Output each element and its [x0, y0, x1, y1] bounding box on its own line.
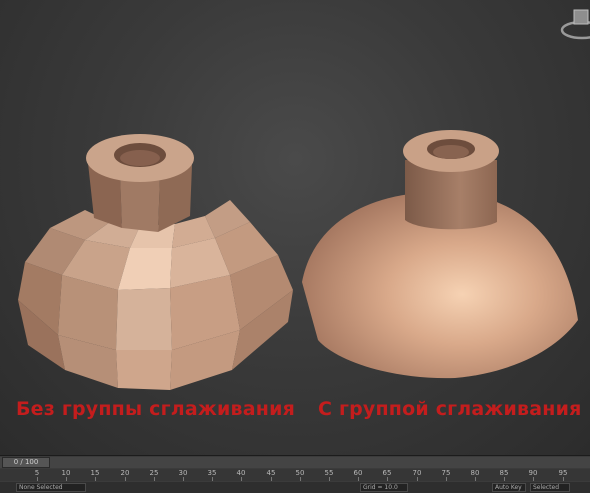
scene-render — [18, 130, 578, 390]
timeline-tick-mark — [241, 477, 242, 481]
timeline-tick-mark — [125, 477, 126, 481]
timeline-tick-mark — [66, 477, 67, 481]
timeline-tick-label: 5 — [34, 469, 40, 477]
auto-key-button[interactable]: Auto Key — [492, 483, 526, 492]
timeline-tick-label: 50 — [295, 469, 305, 477]
track-bar[interactable]: 5 10 15 20 25 30 35 40 45 50 55 60 65 70 75 80 85 90 95 — [0, 469, 590, 481]
selection-status: None Selected — [16, 483, 86, 492]
timeline-tick-label: 55 — [324, 469, 334, 477]
timeline-tick-mark — [183, 477, 184, 481]
key-filter-select[interactable]: Selected — [530, 483, 570, 492]
caption-without-smoothing: Без группы сглаживания — [16, 398, 296, 420]
timeline-tick-mark — [329, 477, 330, 481]
timeline-tick-mark — [504, 477, 505, 481]
timeline-tick-mark — [37, 477, 38, 481]
perspective-viewport[interactable]: Без группы сглаживания С группой сглажив… — [0, 0, 590, 455]
timeline-tick-mark — [154, 477, 155, 481]
timeline-tick-mark — [300, 477, 301, 481]
timeline-tick-mark — [533, 477, 534, 481]
timeline-tick-label: 10 — [61, 469, 71, 477]
timeline-tick-label: 45 — [266, 469, 276, 477]
timeline-tick-mark — [563, 477, 564, 481]
timeline-tick-label: 30 — [178, 469, 188, 477]
timeline-tick-label: 90 — [528, 469, 538, 477]
smooth-object — [302, 130, 578, 379]
viewcube-icon[interactable] — [560, 4, 590, 44]
timeline-tick-mark — [95, 477, 96, 481]
timeline-tick-mark — [475, 477, 476, 481]
timeline-panel: 0 / 100 5 10 15 20 25 30 35 40 45 50 55 60 65 70 75 80 8… — [0, 455, 590, 493]
faceted-object — [18, 134, 293, 390]
timeline-tick-label: 95 — [558, 469, 568, 477]
caption-with-smoothing: С группой сглаживания — [318, 398, 582, 420]
timeline-tick-label: 75 — [441, 469, 451, 477]
timeline-tick-label: 80 — [470, 469, 480, 477]
timeline-tick-mark — [271, 477, 272, 481]
timeline-tick-mark — [417, 477, 418, 481]
timeline-tick-label: 20 — [120, 469, 130, 477]
status-bar: None Selected Grid = 10.0 Auto Key Selec… — [0, 482, 590, 493]
timeline-tick-mark — [212, 477, 213, 481]
timeline-tick-mark — [446, 477, 447, 481]
timeline-tick-mark — [387, 477, 388, 481]
timeline-tick-mark — [358, 477, 359, 481]
timeline-tick-label: 40 — [236, 469, 246, 477]
timeline-tick-label: 60 — [353, 469, 363, 477]
timeline-tick-label: 65 — [382, 469, 392, 477]
timeline-tick-label: 15 — [90, 469, 100, 477]
timeline-tick-label: 70 — [412, 469, 422, 477]
grid-status: Grid = 10.0 — [360, 483, 408, 492]
time-slider[interactable]: 0 / 100 — [0, 457, 590, 468]
timeline-tick-label: 35 — [207, 469, 217, 477]
timeline-tick-label: 25 — [149, 469, 159, 477]
frame-counter[interactable]: 0 / 100 — [2, 457, 50, 468]
timeline-tick-label: 85 — [499, 469, 509, 477]
